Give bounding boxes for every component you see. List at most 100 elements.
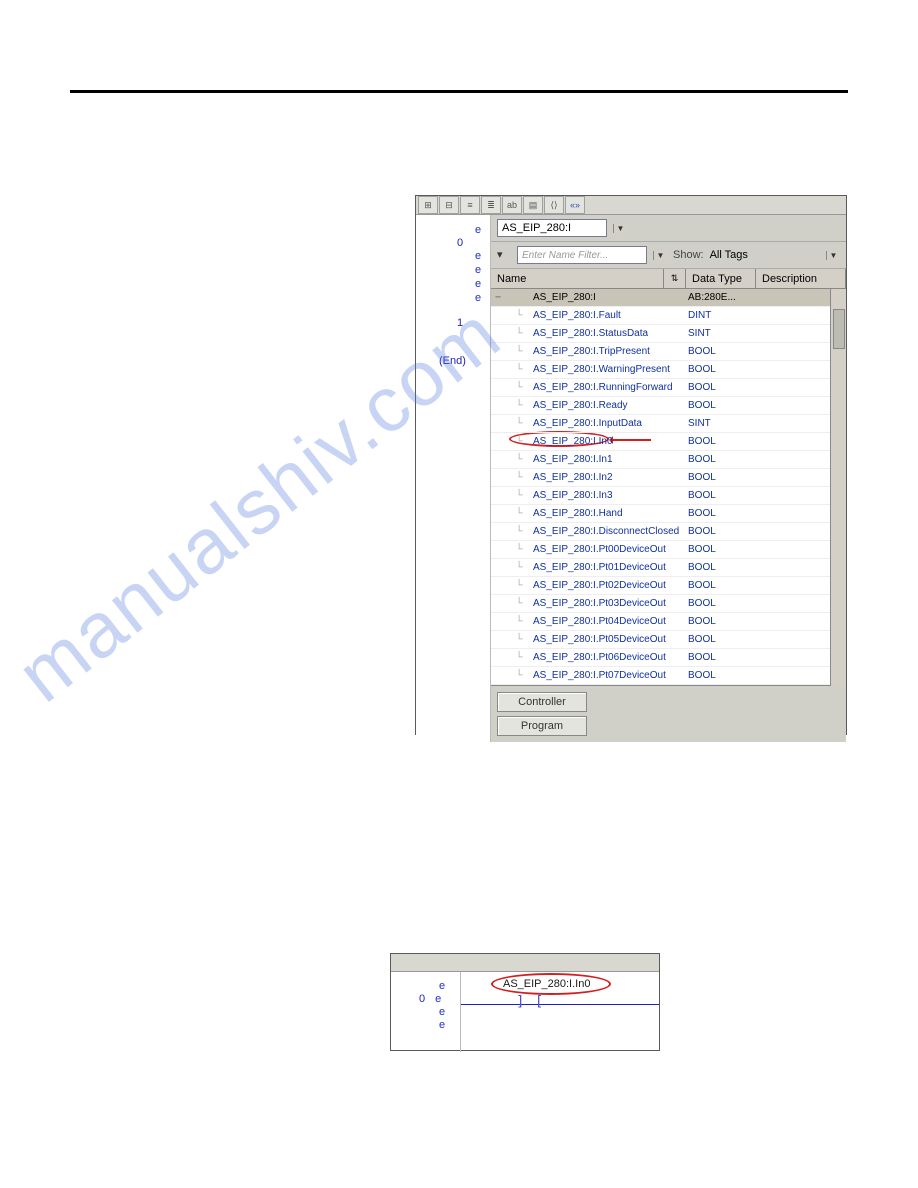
tree-line: └ (505, 652, 533, 663)
rung-e: e (439, 980, 460, 993)
controller-button[interactable]: Controller (497, 692, 587, 712)
col-type[interactable]: Data Type (686, 269, 756, 288)
tree-line: └ (505, 472, 533, 483)
tree-line: └ (505, 670, 533, 681)
ladder-canvas[interactable]: AS_EIP_280:I.In0 ] [ (461, 972, 659, 1052)
rung-line (461, 1004, 659, 1005)
expand-icon[interactable]: − (491, 292, 505, 303)
tag-row[interactable]: └AS_EIP_280:I.In3BOOL (491, 487, 830, 505)
tag-row[interactable]: └AS_EIP_280:I.Pt07DeviceOutBOOL (491, 667, 830, 685)
tag-type: BOOL (688, 634, 758, 645)
tag-type: SINT (688, 328, 758, 339)
tag-name: AS_EIP_280:I.In2 (533, 472, 688, 483)
toolbar-nav-icon[interactable]: «» (565, 196, 585, 214)
chevron-down-icon[interactable]: ▼ (653, 251, 667, 260)
tag-type: BOOL (688, 472, 758, 483)
selected-tag-dropdown[interactable]: AS_EIP_280:I (497, 219, 607, 237)
name-filter-placeholder: Enter Name Filter... (522, 250, 608, 261)
tree-line: └ (505, 364, 533, 375)
tree-line: └ (505, 454, 533, 465)
tag-name: AS_EIP_280:I.Fault (533, 310, 688, 321)
tag-type: AB:280E... (688, 292, 758, 303)
tag-row[interactable]: └AS_EIP_280:I.StatusDataSINT (491, 325, 830, 343)
tag-type: BOOL (688, 364, 758, 375)
sort-icon[interactable]: ⇅ (664, 269, 686, 288)
tree-line: └ (505, 490, 533, 501)
show-dropdown[interactable]: All Tags (710, 249, 820, 261)
rung-e: e (435, 993, 441, 1005)
tag-name: AS_EIP_280:I (533, 292, 688, 303)
tag-row[interactable]: └AS_EIP_280:I.In0BOOL (491, 433, 830, 451)
tag-row[interactable]: └AS_EIP_280:I.WarningPresentBOOL (491, 361, 830, 379)
tag-name: AS_EIP_280:I.Pt00DeviceOut (533, 544, 688, 555)
tag-row[interactable]: └AS_EIP_280:I.In1BOOL (491, 451, 830, 469)
tag-row[interactable]: − AS_EIP_280:IAB:280E... (491, 289, 830, 307)
tag-row[interactable]: └AS_EIP_280:I.RunningForwardBOOL (491, 379, 830, 397)
chevron-down-icon[interactable]: ▼ (826, 251, 840, 260)
tree-line: └ (505, 598, 533, 609)
tag-row[interactable]: └AS_EIP_280:I.TripPresentBOOL (491, 343, 830, 361)
name-filter-input[interactable]: Enter Name Filter... (517, 246, 647, 264)
tag-type: BOOL (688, 436, 758, 447)
tree-line: └ (505, 310, 533, 321)
tag-type: BOOL (688, 382, 758, 393)
tag-type: BOOL (688, 346, 758, 357)
tag-row[interactable]: └AS_EIP_280:I.InputDataSINT (491, 415, 830, 433)
tag-row[interactable]: └AS_EIP_280:I.Pt01DeviceOutBOOL (491, 559, 830, 577)
tag-name: AS_EIP_280:I.RunningForward (533, 382, 688, 393)
tag-type: BOOL (688, 526, 758, 537)
tree-line: └ (505, 508, 533, 519)
tag-row[interactable]: └AS_EIP_280:I.DisconnectClosedBOOL (491, 523, 830, 541)
tag-row[interactable]: └AS_EIP_280:I.HandBOOL (491, 505, 830, 523)
col-desc[interactable]: Description (756, 269, 846, 288)
tree-line: └ (505, 436, 533, 447)
rung-e: e (475, 224, 481, 236)
rung-gutter: e 0e e e (391, 972, 461, 1052)
col-name[interactable]: Name (491, 269, 664, 288)
xio-contact-icon[interactable]: ] [ (516, 994, 544, 1010)
tree-line: └ (505, 616, 533, 627)
tag-name: AS_EIP_280:I.Pt07DeviceOut (533, 670, 688, 681)
tag-type: BOOL (688, 544, 758, 555)
tag-name: AS_EIP_280:I.Pt06DeviceOut (533, 652, 688, 663)
filter-icon[interactable]: ▾ (497, 248, 511, 262)
toolbar-button[interactable]: ⟨⟩ (544, 196, 564, 214)
selected-tag-value: AS_EIP_280:I (502, 222, 571, 234)
tag-row[interactable]: └AS_EIP_280:I.ReadyBOOL (491, 397, 830, 415)
rung-e: e (475, 250, 481, 262)
page-rule (70, 90, 848, 93)
rung-number: 0 (457, 237, 463, 249)
tag-name: AS_EIP_280:I.TripPresent (533, 346, 688, 357)
tree-line: └ (505, 526, 533, 537)
tag-row[interactable]: └AS_EIP_280:I.Pt06DeviceOutBOOL (491, 649, 830, 667)
tag-row[interactable]: └AS_EIP_280:I.Pt04DeviceOutBOOL (491, 613, 830, 631)
tag-type: BOOL (688, 400, 758, 411)
tag-row[interactable]: └AS_EIP_280:I.Pt05DeviceOutBOOL (491, 631, 830, 649)
toolbar-button[interactable]: ▤ (523, 196, 543, 214)
tag-name: AS_EIP_280:I.Pt02DeviceOut (533, 580, 688, 591)
table-header: Name ⇅ Data Type Description (491, 269, 846, 289)
tag-table[interactable]: −AS_EIP_280:IAB:280E...└AS_EIP_280:I.Fau… (491, 289, 830, 686)
rung-number: 1 (457, 317, 463, 329)
tag-row[interactable]: └AS_EIP_280:I.FaultDINT (491, 307, 830, 325)
ladder-rung-window: e 0e e e AS_EIP_280:I.In0 ] [ (390, 953, 660, 1051)
toolbar-button[interactable]: ≣ (481, 196, 501, 214)
tag-type: BOOL (688, 454, 758, 465)
tag-type: BOOL (688, 580, 758, 591)
toolbar-button[interactable]: ab (502, 196, 522, 214)
tag-row[interactable]: └AS_EIP_280:I.Pt02DeviceOutBOOL (491, 577, 830, 595)
tag-name: AS_EIP_280:I.Pt05DeviceOut (533, 634, 688, 645)
toolbar-button[interactable]: ⊟ (439, 196, 459, 214)
tag-row[interactable]: └AS_EIP_280:I.In2BOOL (491, 469, 830, 487)
program-button[interactable]: Program (497, 716, 587, 736)
tag-row[interactable]: └AS_EIP_280:I.Pt00DeviceOutBOOL (491, 541, 830, 559)
chevron-down-icon[interactable]: ▼ (613, 224, 627, 233)
tag-row[interactable]: └AS_EIP_280:I.Pt03DeviceOutBOOL (491, 595, 830, 613)
tag-type: BOOL (688, 508, 758, 519)
tag-name: AS_EIP_280:I.InputData (533, 418, 688, 429)
scroll-thumb[interactable] (833, 309, 845, 349)
show-dropdown-value: All Tags (710, 249, 748, 261)
toolbar-button[interactable]: ⊞ (418, 196, 438, 214)
toolbar-button[interactable]: ≡ (460, 196, 480, 214)
scrollbar[interactable] (830, 289, 846, 686)
